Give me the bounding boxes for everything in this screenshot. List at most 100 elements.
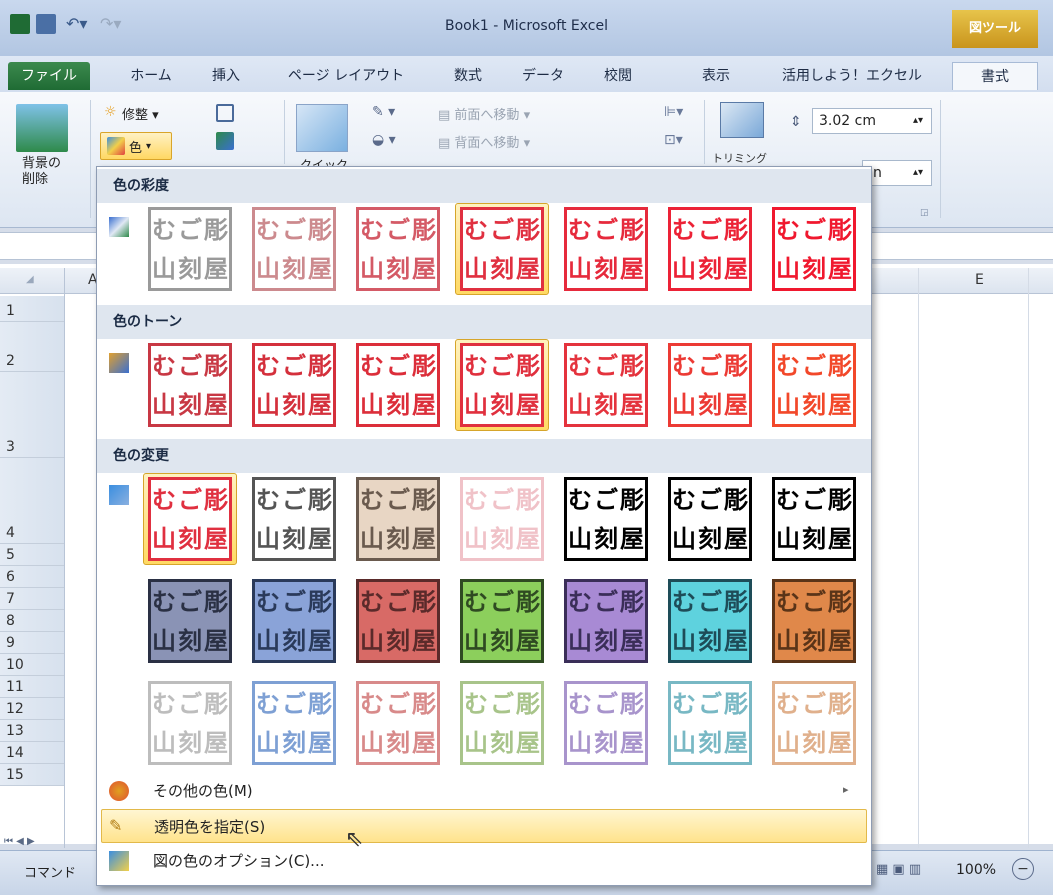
saturation-swatch[interactable]: むご彫山刻屋 <box>455 203 549 295</box>
hanko-stamp-icon: むご彫山刻屋 <box>148 579 232 663</box>
saturation-swatch[interactable]: むご彫山刻屋 <box>767 203 861 295</box>
zoom-level[interactable]: 100% <box>956 862 996 878</box>
row-header[interactable]: 6 <box>0 566 64 588</box>
zoom-out-icon[interactable]: − <box>1012 858 1034 880</box>
saturation-swatch[interactable]: むご彫山刻屋 <box>663 203 757 295</box>
tab-format[interactable]: 書式 <box>952 62 1038 90</box>
color-button[interactable]: 色 ▾ <box>100 132 172 160</box>
column-header-e[interactable]: E <box>975 272 984 288</box>
row-header[interactable]: 1 <box>0 296 64 322</box>
recolor-swatch[interactable]: むご彫山刻屋 <box>247 575 341 667</box>
more-colors-item[interactable]: その他の色(M) <box>101 774 867 808</box>
stamp-glyph: 山 <box>776 390 800 419</box>
stamp-glyph: 屋 <box>724 626 748 655</box>
align-icon[interactable]: ⊫▾ <box>664 104 683 120</box>
row-header[interactable]: 4 <box>0 458 64 544</box>
saturation-swatch[interactable]: むご彫山刻屋 <box>143 203 237 295</box>
tone-swatch[interactable]: むご彫山刻屋 <box>247 339 341 431</box>
remove-background-icon[interactable] <box>16 104 68 152</box>
tab-insert[interactable]: 挿入 <box>196 62 256 90</box>
dialog-launcher-icon[interactable]: ◲ <box>920 208 929 218</box>
width-field[interactable]: n ▴▾ <box>862 160 932 186</box>
row-header[interactable]: 14 <box>0 742 64 764</box>
recolor-swatch[interactable]: むご彫山刻屋 <box>767 677 861 769</box>
recolor-swatch[interactable]: むご彫山刻屋 <box>351 473 445 565</box>
picture-effects-icon[interactable]: ◒ ▾ <box>372 132 396 148</box>
group-icon[interactable]: ⊡▾ <box>664 132 683 148</box>
height-field[interactable]: 3.02 cm ▴▾ <box>812 108 932 134</box>
tone-swatch[interactable]: むご彫山刻屋 <box>455 339 549 431</box>
sheet-nav-icon[interactable]: ⏮ ◀ ▶ <box>4 836 35 847</box>
stamp-glyph: 屋 <box>724 254 748 283</box>
tone-swatch[interactable]: むご彫山刻屋 <box>767 339 861 431</box>
remove-background-label[interactable]: 背景の 削除 <box>22 156 66 188</box>
recolor-swatch[interactable]: むご彫山刻屋 <box>663 575 757 667</box>
compress-pictures-icon[interactable] <box>216 104 234 122</box>
recolor-swatch[interactable]: むご彫山刻屋 <box>143 677 237 769</box>
picture-border-icon[interactable]: ✎ ▾ <box>372 104 395 120</box>
recolor-swatch[interactable]: むご彫山刻屋 <box>663 473 757 565</box>
row-header[interactable]: 15 <box>0 764 64 786</box>
row-header[interactable]: 13 <box>0 720 64 742</box>
recolor-swatch[interactable]: むご彫山刻屋 <box>767 473 861 565</box>
recolor-swatch[interactable]: むご彫山刻屋 <box>351 677 445 769</box>
stamp-glyph: 山 <box>672 728 696 757</box>
color-label: 色 <box>129 140 143 156</box>
recolor-swatch[interactable]: むご彫山刻屋 <box>559 473 653 565</box>
row-header[interactable]: 9 <box>0 632 64 654</box>
change-picture-icon[interactable] <box>216 132 234 150</box>
tone-swatch[interactable]: むご彫山刻屋 <box>351 339 445 431</box>
crop-label[interactable]: トリミング <box>712 150 768 164</box>
recolor-swatch[interactable]: むご彫山刻屋 <box>455 575 549 667</box>
tone-swatch[interactable]: むご彫山刻屋 <box>663 339 757 431</box>
recolor-swatch[interactable]: むご彫山刻屋 <box>559 575 653 667</box>
send-backward-button[interactable]: ▤ 背面へ移動 ▾ <box>438 132 530 151</box>
view-buttons-icon[interactable]: ▦ ▣ ▥ <box>876 862 921 877</box>
corrections-button[interactable]: 修整 ▾ <box>122 104 159 123</box>
crop-icon[interactable] <box>720 102 764 138</box>
tab-formulas[interactable]: 数式 <box>438 62 498 90</box>
tone-swatch[interactable]: むご彫山刻屋 <box>559 339 653 431</box>
saturation-swatch[interactable]: むご彫山刻屋 <box>559 203 653 295</box>
tab-data[interactable]: データ <box>510 62 576 90</box>
recolor-swatch[interactable]: むご彫山刻屋 <box>767 575 861 667</box>
spin-icon[interactable]: ▴▾ <box>913 161 923 185</box>
row-header[interactable]: 8 <box>0 610 64 632</box>
row-header[interactable]: 3 <box>0 372 64 458</box>
row-header[interactable]: 2 <box>0 322 64 372</box>
row-header[interactable]: 12 <box>0 698 64 720</box>
stamp-glyph: 彫 <box>620 351 644 380</box>
set-transparent-color-item[interactable]: 透明色を指定(S) <box>101 809 867 843</box>
recolor-swatch[interactable]: むご彫山刻屋 <box>247 473 341 565</box>
recolor-swatch[interactable]: むご彫山刻屋 <box>351 575 445 667</box>
recolor-swatch[interactable]: むご彫山刻屋 <box>455 473 549 565</box>
spin-icon[interactable]: ▴▾ <box>913 109 923 133</box>
tab-review[interactable]: 校閲 <box>588 62 648 90</box>
row-header[interactable]: 5 <box>0 544 64 566</box>
stamp-glyph: 彫 <box>828 689 852 718</box>
tab-file[interactable]: ファイル <box>8 62 90 90</box>
recolor-swatch[interactable]: むご彫山刻屋 <box>247 677 341 769</box>
recolor-swatch[interactable]: むご彫山刻屋 <box>455 677 549 769</box>
stamp-glyph: む <box>360 485 384 514</box>
recolor-swatch[interactable]: むご彫山刻屋 <box>663 677 757 769</box>
row-header[interactable]: 10 <box>0 654 64 676</box>
recolor-swatch[interactable]: むご彫山刻屋 <box>559 677 653 769</box>
corrections-icon[interactable]: ☼ <box>104 104 117 120</box>
row-header[interactable]: 7 <box>0 588 64 610</box>
tab-view[interactable]: 表示 <box>686 62 746 90</box>
saturation-swatch[interactable]: むご彫山刻屋 <box>247 203 341 295</box>
quick-styles-icon[interactable] <box>296 104 348 152</box>
bring-forward-button[interactable]: ▤ 前面へ移動 ▾ <box>438 104 530 123</box>
tab-home[interactable]: ホーム <box>118 62 184 90</box>
picture-color-options-item[interactable]: 図の色のオプション(C)... <box>101 844 867 878</box>
recolor-swatch[interactable]: むご彫山刻屋 <box>143 473 237 565</box>
recolor-swatch[interactable]: むご彫山刻屋 <box>143 575 237 667</box>
tab-page-layout[interactable]: ページ レイアウト <box>276 62 416 90</box>
stamp-glyph: む <box>776 587 800 616</box>
row-header[interactable]: 11 <box>0 676 64 698</box>
saturation-swatch[interactable]: むご彫山刻屋 <box>351 203 445 295</box>
select-all-icon[interactable]: ◢ <box>26 274 34 285</box>
tab-katsuyo[interactable]: 活用しよう！エクセル <box>762 62 942 90</box>
tone-swatch[interactable]: むご彫山刻屋 <box>143 339 237 431</box>
